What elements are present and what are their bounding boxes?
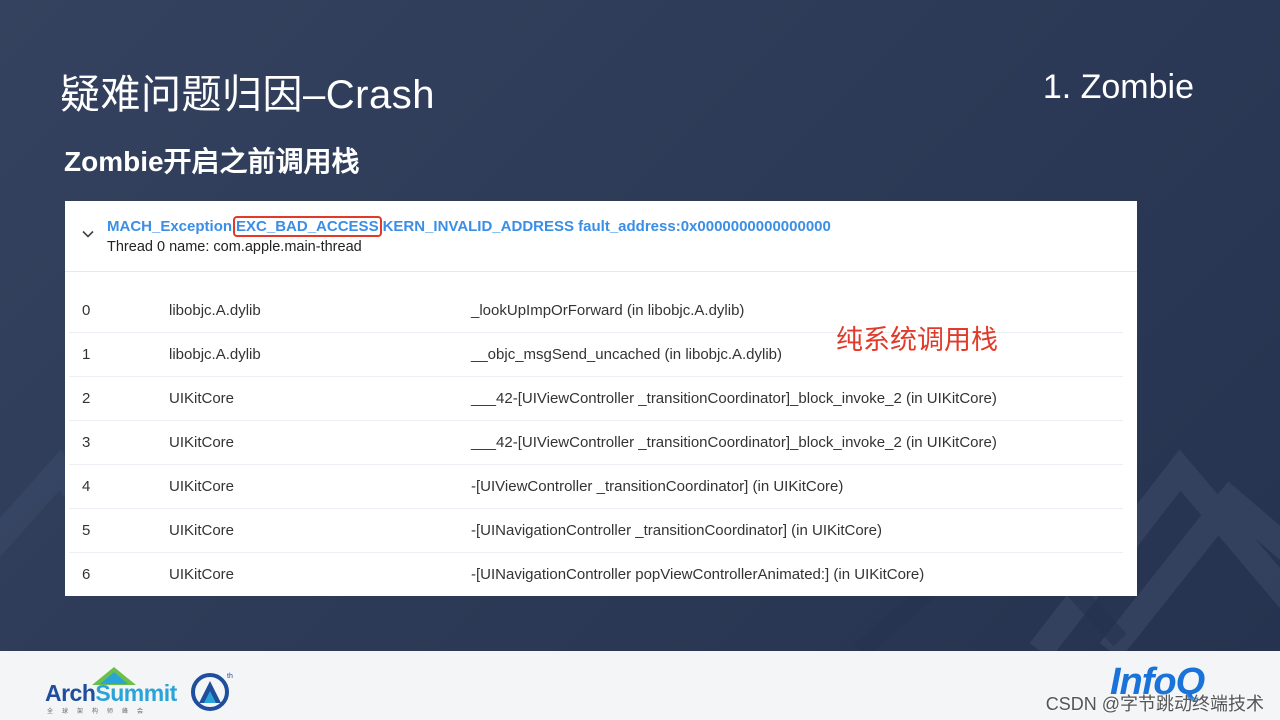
table-row: 5 UIKitCore -[UINavigationController _tr…: [69, 509, 1123, 553]
csdn-watermark: CSDN @字节跳动终端技术: [1045, 694, 1264, 714]
frame-symbol: __objc_msgSend_uncached (in libobjc.A.dy…: [471, 346, 783, 363]
frame-index: 1: [82, 346, 91, 363]
system-stack-annotation: 纯系统调用栈: [836, 325, 998, 355]
frame-index: 6: [82, 566, 91, 583]
section-number: 1. Zombie: [1042, 68, 1194, 106]
thread-name: Thread 0 name: com.apple.main-thread: [107, 239, 362, 255]
table-row: 4 UIKitCore -[UIViewController _transiti…: [69, 465, 1123, 509]
svg-text:th: th: [227, 673, 233, 680]
chevron-down-icon[interactable]: [81, 227, 95, 241]
archsummit-subtitle: 全球架构师峰会: [47, 709, 153, 715]
exception-line[interactable]: MACH_Exception EXC_BAD_ACCESS KERN_INVALID…: [107, 216, 831, 237]
slide-footer: ArchSummit 全球架构师峰会 th InfoQ CSDN @字节跳动终端…: [0, 651, 1280, 720]
frame-index: 3: [82, 434, 91, 451]
table-row: 2 UIKitCore ___42-[UIViewController _tra…: [69, 377, 1123, 421]
frame-index: 5: [82, 522, 91, 539]
slide-title: 疑难问题归因–Crash: [60, 73, 435, 117]
frame-library: UIKitCore: [169, 390, 235, 407]
table-row: 6 UIKitCore -[UINavigationController pop…: [69, 553, 1123, 596]
exception-type-highlight: EXC_BAD_ACCESS: [233, 216, 382, 237]
archsummit-logo-text: ArchSummit: [45, 680, 177, 707]
edition-badge-icon: th: [191, 673, 233, 711]
frame-library: libobjc.A.dylib: [169, 346, 261, 363]
frame-symbol: _lookUpImpOrForward (in libobjc.A.dylib): [471, 302, 745, 319]
archsummit-logo-arch: Arch: [45, 680, 96, 706]
frame-symbol: -[UINavigationController popViewControll…: [471, 566, 925, 583]
frame-symbol: -[UIViewController _transitionCoordinato…: [471, 478, 844, 495]
exception-prefix: MACH_Exception: [107, 218, 233, 235]
table-row: 3 UIKitCore ___42-[UIViewController _tra…: [69, 421, 1123, 465]
crash-report-header[interactable]: MACH_Exception EXC_BAD_ACCESS KERN_INVALID…: [65, 201, 1137, 272]
frame-symbol: ___42-[UIViewController _transitionCoord…: [471, 434, 997, 451]
frame-symbol: ___42-[UIViewController _transitionCoord…: [471, 390, 997, 407]
crash-report-panel: MACH_Exception EXC_BAD_ACCESS KERN_INVALID…: [65, 201, 1137, 596]
slide-subtitle: Zombie开启之前调用栈: [64, 146, 360, 177]
frame-symbol: -[UINavigationController _transitionCoor…: [471, 522, 882, 539]
archsummit-logo-summit: Summit: [95, 680, 177, 706]
frame-index: 0: [82, 302, 91, 319]
frame-library: UIKitCore: [169, 566, 235, 583]
frame-library: UIKitCore: [169, 522, 235, 539]
frame-index: 2: [82, 390, 91, 407]
frame-library: UIKitCore: [169, 434, 235, 451]
frame-library: libobjc.A.dylib: [169, 302, 261, 319]
frame-index: 4: [82, 478, 91, 495]
frame-library: UIKitCore: [169, 478, 235, 495]
exception-suffix: KERN_INVALID_ADDRESS fault_address:0x000…: [382, 218, 831, 235]
